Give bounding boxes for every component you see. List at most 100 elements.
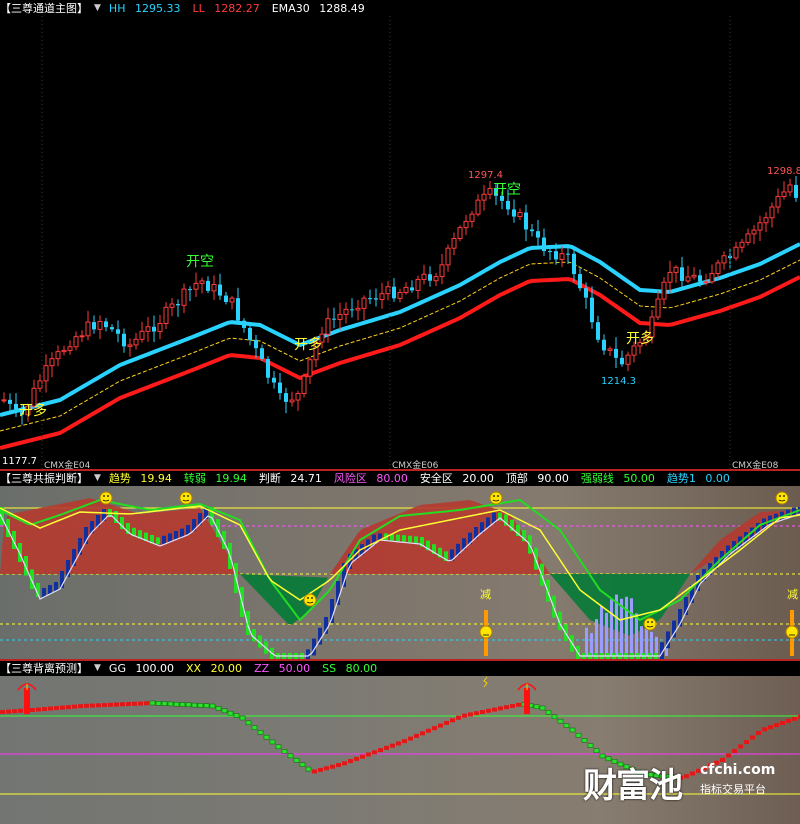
divergence-dot: [120, 702, 125, 707]
divergence-dot: [726, 753, 731, 758]
candle-body-up: [181, 288, 187, 306]
candle-body-down: [614, 348, 618, 358]
divergence-dot: [233, 713, 240, 718]
trend-step: [414, 536, 418, 543]
divergence-dot: [54, 706, 59, 711]
candle-body-up: [769, 206, 775, 219]
main-chart-title[interactable]: 【三尊通道主图】: [0, 0, 88, 16]
chevron-down-icon[interactable]: ▼: [94, 473, 101, 483]
price-mark-high-2: 1298.8: [767, 166, 800, 177]
candle-body-up: [457, 227, 463, 240]
trend-step: [162, 535, 166, 545]
candle-body-up: [787, 184, 793, 193]
divergence-dot: [774, 723, 779, 728]
smiley-eye: [783, 495, 785, 497]
panel-divider[interactable]: [0, 659, 800, 661]
watermark-brand: 财富池: [583, 766, 683, 806]
divergence-dot: [30, 708, 35, 712]
divergence-dot: [203, 703, 210, 708]
candle-body-down: [542, 237, 546, 252]
candle-body-down: [566, 253, 570, 255]
candle-body-down: [218, 284, 222, 296]
divergence-dot: [245, 720, 252, 726]
candle-body-up: [385, 286, 391, 295]
candle-body-up: [517, 212, 523, 218]
divergence-dot: [0, 710, 5, 714]
candle-body-up: [229, 297, 235, 303]
divergence-dot: [498, 706, 503, 711]
divergence-dot: [575, 732, 582, 738]
signal-open-long-3: 开多: [626, 331, 654, 347]
divergence-dot: [90, 703, 95, 708]
divergence-dot: [432, 726, 437, 731]
candle-body-down: [104, 321, 108, 328]
candle-body-up: [379, 293, 385, 301]
resonance-header: 【三尊共振判断】 ▼ 趋势 19.94 转弱 19.94 判断 24.71 风险…: [0, 470, 800, 486]
divergence-dot: [557, 718, 564, 724]
divergence-dot: [84, 703, 89, 708]
divergence-title[interactable]: 【三尊背离预测】: [0, 660, 88, 676]
candle-body-up: [397, 291, 403, 299]
candle-body-up: [733, 246, 739, 259]
divergence-dot: [510, 704, 515, 708]
candle-body-down: [620, 357, 624, 365]
candle-body-up: [355, 307, 361, 311]
divergence-dot: [768, 725, 773, 730]
candle-body-up: [127, 344, 133, 347]
candle-body-up: [691, 274, 697, 278]
candle-body-up: [751, 229, 757, 235]
smiley-icon: [99, 491, 113, 505]
resonance-panel[interactable]: 【三尊共振判断】 ▼ 趋势 19.94 转弱 19.94 判断 24.71 风险…: [0, 470, 800, 660]
candle-body-up: [445, 247, 451, 266]
price-mark-high-1: 1297.4: [468, 170, 503, 181]
divergence-dot: [12, 709, 17, 714]
volume-bar: [585, 627, 588, 656]
divergence-dot: [750, 735, 755, 740]
resonance-title[interactable]: 【三尊共振判断】: [0, 470, 88, 486]
param-ll: LL 1282.27: [192, 1, 260, 15]
candle-body-up: [739, 241, 745, 248]
param-risk-zone: 风险区 80.00: [333, 472, 408, 485]
chevron-down-icon[interactable]: ▼: [94, 663, 101, 673]
panel-divider[interactable]: [0, 469, 800, 471]
smiley-eye: [647, 621, 649, 623]
smiley-eye: [493, 495, 495, 497]
candle-body-down: [266, 358, 270, 378]
divergence-dot: [533, 704, 540, 710]
candle-body-up: [655, 298, 661, 318]
main-chart-panel[interactable]: 【三尊通道主图】 ▼ HH 1295.33 LL 1282.27 EMA30 1…: [0, 0, 800, 470]
candle-body-down: [116, 329, 120, 334]
divergence-dot: [161, 701, 168, 706]
smiley-icon: [303, 593, 317, 607]
divergence-dot: [251, 725, 258, 730]
candle-body-down: [272, 377, 276, 383]
candle-body-up: [715, 262, 721, 275]
divergence-dot: [305, 766, 312, 772]
candle-body-up: [325, 318, 331, 335]
candle-body-down: [152, 326, 156, 332]
candle-body-up: [763, 217, 769, 224]
divergence-dot: [126, 702, 131, 707]
smiley-eye: [307, 597, 309, 599]
chevron-down-icon[interactable]: ▼: [94, 3, 101, 13]
divergence-dot: [275, 744, 282, 750]
candle-body-down: [92, 322, 96, 330]
trend-step: [180, 528, 184, 537]
divergence-dot: [690, 771, 695, 776]
divergence-dot: [360, 754, 365, 759]
candle-body-up: [85, 321, 91, 337]
candle-body-down: [248, 327, 252, 340]
divergence-dot: [179, 702, 186, 707]
divergence-dot: [593, 748, 600, 754]
divergence-dot: [468, 712, 473, 717]
divergence-dot: [480, 710, 485, 714]
watermark-tagline: 指标交易平台: [700, 783, 766, 796]
candle-body-up: [757, 222, 763, 231]
candle-body-down: [236, 298, 240, 321]
divergence-dot: [102, 703, 107, 708]
candle-body-up: [463, 220, 469, 229]
candle-body-up: [703, 281, 709, 284]
candle-body-up: [439, 264, 445, 278]
divergence-dot: [792, 716, 797, 721]
divergence-dot: [563, 723, 570, 728]
